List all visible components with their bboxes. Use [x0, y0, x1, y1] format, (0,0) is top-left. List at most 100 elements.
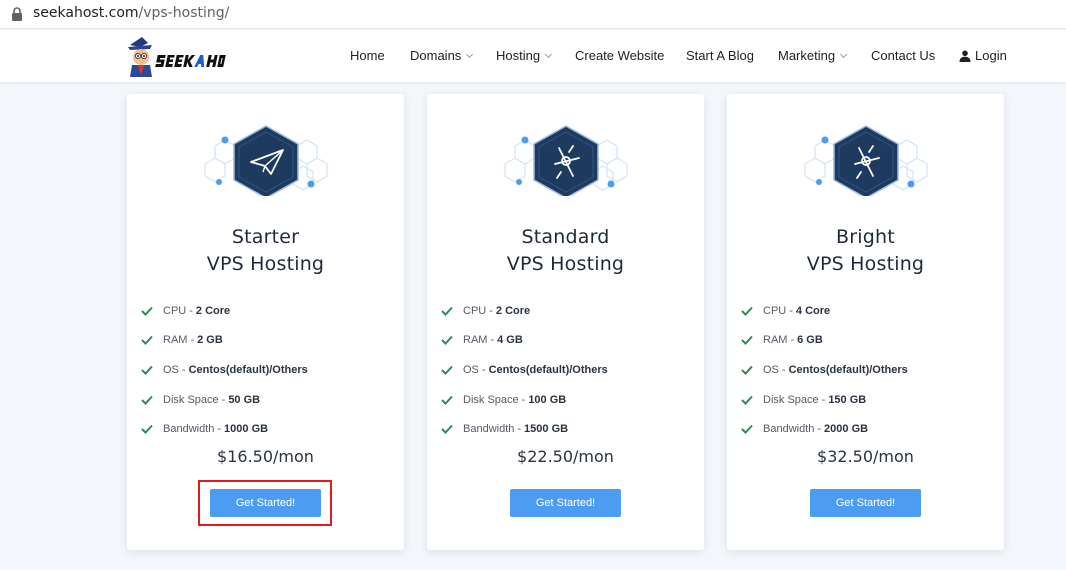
nav-contact-us-label: Contact Us — [871, 48, 936, 63]
feature-value: 4 Core — [795, 304, 831, 317]
feature-list: CPU -2 Core RAM -4 GB OS - Centos(default)/O… — [441, 296, 608, 444]
feature-value: Centos(default)/Others — [488, 363, 608, 376]
feature-value: 100 GB — [528, 393, 567, 406]
list-item: OS - Centos(default)/Others — [441, 355, 608, 385]
feature-value: 150 GB — [828, 393, 867, 406]
url-path: /vps-hosting/ — [138, 5, 230, 21]
check-icon — [141, 424, 153, 435]
chevron-down-icon — [466, 50, 474, 58]
feature-label: OS — [163, 363, 179, 376]
nav-start-a-blog[interactable]: Start A Blog — [686, 48, 754, 63]
satellite-icon — [504, 125, 628, 196]
nav-domains-label: Domains — [410, 48, 462, 63]
satellite-icon — [804, 125, 928, 196]
plan-title-line2: VPS Hosting — [806, 253, 925, 275]
nav-login-label: Login — [975, 48, 1007, 63]
feature-value: 2 GB — [197, 334, 223, 347]
feature-label: Disk Space — [163, 393, 219, 406]
feature-value: 1000 GB — [224, 423, 269, 436]
plan-card-starter: Starter VPS Hosting CPU -2 Core RAM -2 GB … — [127, 94, 404, 550]
nav-hosting[interactable]: Hosting — [496, 48, 553, 63]
list-item: OS - Centos(default)/Others — [141, 355, 308, 385]
feature-label: OS — [463, 363, 479, 376]
feature-value: Centos(default)/Others — [788, 363, 908, 376]
feature-list: CPU -4 Core RAM -6 GB OS - Centos(default)/O… — [741, 296, 908, 444]
list-item: CPU -2 Core — [441, 296, 608, 326]
nav-hosting-label: Hosting — [496, 48, 541, 63]
feature-label: RAM — [163, 334, 188, 347]
check-icon — [741, 336, 753, 346]
list-item: RAM -2 GB — [141, 326, 308, 356]
lock-icon — [12, 7, 22, 21]
feature-value: 2 Core — [195, 304, 231, 317]
nav-create-website[interactable]: Create Website — [575, 48, 664, 63]
check-icon — [141, 336, 153, 346]
nav-marketing-label: Marketing — [778, 48, 836, 63]
feature-label: Bandwidth — [163, 423, 215, 436]
list-item: CPU -4 Core — [741, 296, 908, 326]
feature-label: RAM — [763, 334, 788, 347]
list-item: Disk Space -50 GB — [141, 385, 308, 415]
feature-value: 50 GB — [228, 393, 261, 406]
feature-value: 2000 GB — [824, 423, 869, 436]
feature-label: CPU — [463, 304, 487, 317]
get-started-button[interactable]: Get Started! — [510, 489, 621, 517]
check-icon — [441, 306, 453, 316]
list-item: Disk Space -150 GB — [741, 385, 908, 415]
check-icon — [441, 365, 453, 375]
check-icon — [441, 395, 453, 405]
nav-domains[interactable]: Domains — [410, 48, 474, 63]
check-icon — [141, 306, 153, 316]
check-icon — [741, 424, 753, 435]
plan-card-bright: Bright VPS Hosting CPU -4 Core RAM -6 GB O… — [727, 94, 1004, 550]
chevron-down-icon — [545, 50, 553, 58]
feature-label: Bandwidth — [763, 423, 815, 436]
plan-title-line2: VPS Hosting — [206, 253, 325, 275]
check-icon — [741, 306, 753, 316]
list-item: Bandwidth -1000 GB — [141, 414, 308, 444]
feature-label: OS — [763, 363, 779, 376]
plan-title-line1: Standard — [521, 226, 610, 248]
feature-label: RAM — [463, 334, 488, 347]
feature-label: Disk Space — [763, 393, 819, 406]
plan-title-line2: VPS Hosting — [506, 253, 625, 275]
plan-price: $32.50/mon — [817, 447, 914, 466]
list-item: RAM -6 GB — [741, 326, 908, 356]
nav-create-website-label: Create Website — [575, 48, 665, 63]
get-started-button[interactable]: Get Started! — [210, 489, 321, 517]
nav-home[interactable]: Home — [350, 48, 385, 63]
site-navbar: Home Domains Hosting Create Website Star… — [0, 30, 1066, 82]
check-icon — [141, 365, 153, 375]
feature-value: 1500 GB — [524, 423, 569, 436]
browser-address-bar[interactable]: seekahost.com/vps-hosting/ — [0, 0, 1066, 29]
list-item: Disk Space -100 GB — [441, 385, 608, 415]
feature-label: CPU — [163, 304, 187, 317]
check-icon — [741, 395, 753, 405]
get-started-button[interactable]: Get Started! — [810, 489, 921, 517]
plan-price: $22.50/mon — [517, 447, 614, 466]
plan-title-line1: Starter — [231, 226, 300, 248]
paper-plane-icon — [204, 125, 328, 196]
nav-login[interactable]: Login — [959, 48, 1007, 63]
check-icon — [441, 424, 453, 435]
feature-list: CPU -2 Core RAM -2 GB OS - Centos(default)/O… — [141, 296, 308, 444]
list-item: RAM -4 GB — [441, 326, 608, 356]
check-icon — [141, 395, 153, 405]
user-icon — [959, 50, 971, 62]
feature-value: 2 Core — [495, 304, 531, 317]
feature-value: 6 GB — [797, 334, 823, 347]
feature-value: 4 GB — [497, 334, 523, 347]
list-item: CPU -2 Core — [141, 296, 308, 326]
check-icon — [741, 365, 753, 375]
url-domain: seekahost.com — [33, 5, 139, 21]
nav-marketing[interactable]: Marketing — [778, 48, 848, 63]
feature-label: Disk Space — [463, 393, 519, 406]
feature-label: Bandwidth — [463, 423, 515, 436]
nav-start-a-blog-label: Start A Blog — [686, 48, 754, 63]
chevron-down-icon — [840, 50, 848, 58]
check-icon — [441, 336, 453, 346]
seekahost-logo[interactable] — [126, 35, 232, 79]
nav-contact-us[interactable]: Contact Us — [871, 48, 935, 63]
url-text[interactable]: seekahost.com/vps-hosting/ — [33, 5, 229, 21]
list-item: OS - Centos(default)/Others — [741, 355, 908, 385]
